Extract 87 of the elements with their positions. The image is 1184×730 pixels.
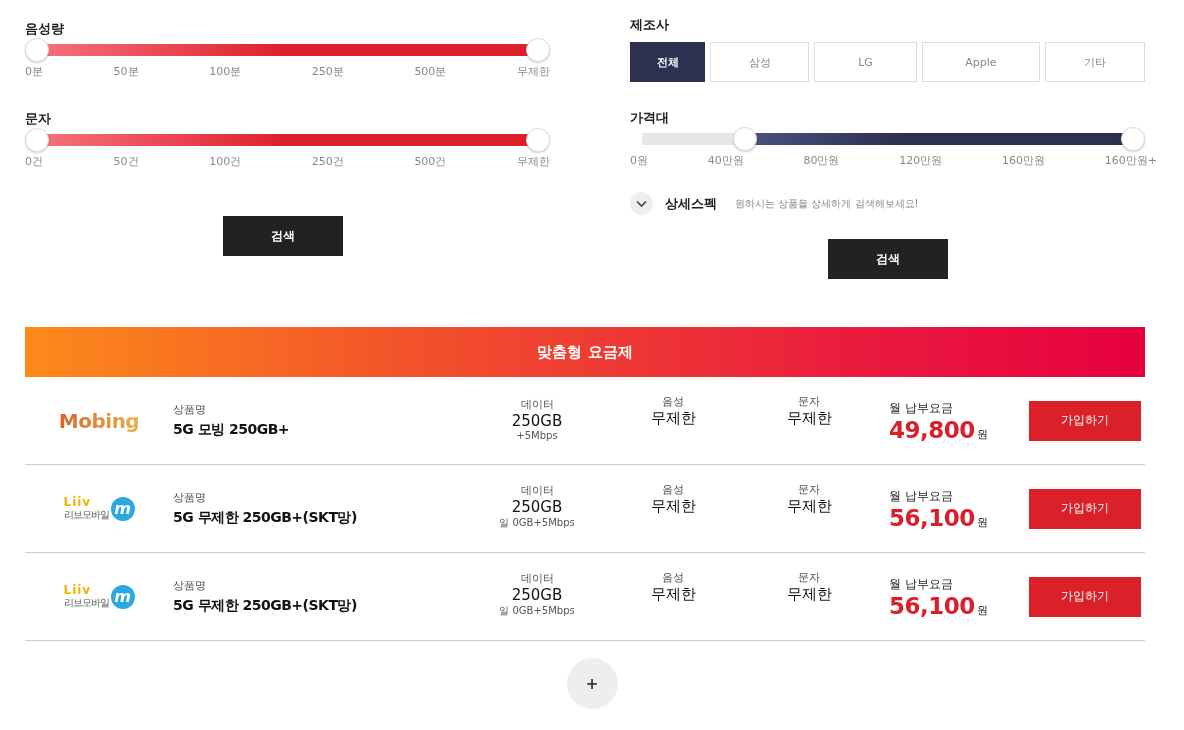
slider-thumb[interactable] bbox=[526, 128, 550, 152]
sms-value: 무제한 bbox=[786, 496, 832, 516]
data-value: 250GB bbox=[511, 586, 563, 604]
field-label: 음성 bbox=[662, 393, 684, 409]
manufacturer-tab[interactable]: 삼성 bbox=[710, 42, 809, 82]
field-label: 월 납부요금 bbox=[889, 400, 954, 417]
field-label: 데이터 bbox=[520, 396, 554, 412]
field-label: 음성 bbox=[662, 569, 684, 585]
tick-label: 160만원 bbox=[1002, 153, 1045, 168]
brand-logo: Liiv bbox=[63, 583, 92, 596]
tick-label: 무제한 bbox=[516, 64, 550, 79]
manufacturer-tab[interactable]: 기타 bbox=[1044, 42, 1146, 82]
slider-thumb[interactable] bbox=[733, 127, 758, 151]
field-label: 문자 bbox=[798, 393, 820, 409]
field-label: 월 납부요금 bbox=[889, 576, 954, 593]
join-button[interactable]: 가입하기 bbox=[1029, 576, 1141, 617]
tick-label: 50건 bbox=[113, 154, 139, 169]
slider-thumb[interactable] bbox=[25, 128, 49, 152]
tick-label: 120만원 bbox=[899, 153, 943, 168]
monthly-fee: 56,100 bbox=[889, 593, 975, 619]
tick-label: 50분 bbox=[113, 64, 139, 79]
tick-label: 0분 bbox=[25, 64, 43, 79]
slider-thumb[interactable] bbox=[25, 38, 49, 62]
manufacturer-tab[interactable]: LG bbox=[813, 42, 918, 82]
manufacturer-tab[interactable]: 전체 bbox=[630, 42, 706, 82]
range-slider[interactable] bbox=[25, 128, 550, 152]
filter-label: 문자 bbox=[25, 110, 52, 128]
data-note: 일 0GB+5Mbps bbox=[499, 604, 575, 618]
tick-label: 무제한 bbox=[516, 154, 550, 169]
currency-unit: 원 bbox=[976, 427, 988, 442]
monthly-fee: 49,800 bbox=[889, 417, 975, 443]
data-value: 250GB bbox=[511, 411, 563, 430]
brand-mark: m bbox=[110, 496, 135, 521]
field-label: 문자 bbox=[798, 569, 820, 585]
currency-unit: 원 bbox=[976, 515, 988, 530]
tick-label: 0원 bbox=[630, 153, 648, 168]
voice-value: 무제한 bbox=[650, 408, 696, 428]
section-banner: 맞춤형 요금제 bbox=[25, 327, 1145, 377]
tick-label: 100건 bbox=[209, 154, 242, 169]
data-note: +5Mbps bbox=[516, 429, 558, 441]
plan-name: 5G 모빙 250GB+ bbox=[173, 421, 291, 439]
brand-subtitle: 리브모바일 bbox=[63, 507, 109, 522]
field-label: 상품명 bbox=[173, 402, 207, 417]
tick-label: 100분 bbox=[209, 64, 242, 79]
field-label: 문자 bbox=[798, 481, 820, 497]
plan-name: 5G 무제한 250GB+(SKT망) bbox=[173, 597, 358, 615]
filter-label: 음성량 bbox=[25, 20, 65, 38]
filter-label: 제조사 bbox=[630, 16, 670, 34]
tick-label: 80만원 bbox=[803, 153, 840, 168]
field-label: 데이터 bbox=[520, 483, 554, 498]
search-button[interactable]: 검색 bbox=[222, 216, 343, 256]
tick-label: 500건 bbox=[414, 154, 447, 169]
voice-value: 무제한 bbox=[650, 584, 696, 604]
tick-label: 40만원 bbox=[707, 153, 744, 168]
field-label: 데이터 bbox=[520, 571, 554, 586]
chevron-icon[interactable] bbox=[630, 192, 653, 215]
voice-value: 무제한 bbox=[650, 496, 696, 516]
plan-name: 5G 무제한 250GB+(SKT망) bbox=[173, 509, 358, 527]
tick-label: 160만원+ bbox=[1104, 153, 1157, 168]
filter-label: 가격대 bbox=[630, 109, 670, 127]
more-button[interactable]: + bbox=[566, 658, 618, 709]
tick-label: 250분 bbox=[311, 64, 344, 79]
section-title: 상세스펙 bbox=[665, 194, 717, 213]
range-slider[interactable] bbox=[25, 38, 550, 62]
field-label: 음성 bbox=[662, 481, 684, 497]
brand-subtitle: 리브모바일 bbox=[63, 595, 109, 610]
sms-value: 무제한 bbox=[786, 408, 832, 428]
slider-thumb[interactable] bbox=[1121, 127, 1145, 151]
monthly-fee: 56,100 bbox=[889, 505, 975, 531]
brand-logo: Liiv bbox=[63, 495, 92, 508]
tick-label: 250건 bbox=[311, 154, 344, 169]
field-label: 상품명 bbox=[173, 578, 207, 593]
tick-label: 500분 bbox=[414, 64, 447, 79]
sms-value: 무제한 bbox=[786, 584, 832, 604]
field-label: 월 납부요금 bbox=[889, 488, 954, 505]
search-button[interactable]: 검색 bbox=[827, 239, 948, 279]
field-label: 상품명 bbox=[173, 490, 207, 505]
hint-text: 원하시는 상품을 상세하게 검색해보세요! bbox=[735, 196, 919, 211]
manufacturer-tab[interactable]: Apple bbox=[922, 42, 1040, 82]
tick-label: 0건 bbox=[25, 154, 43, 169]
brand-mark: m bbox=[110, 584, 135, 609]
data-note: 일 0GB+5Mbps bbox=[499, 516, 575, 530]
currency-unit: 원 bbox=[976, 603, 988, 618]
join-button[interactable]: 가입하기 bbox=[1029, 488, 1141, 529]
slider-thumb[interactable] bbox=[526, 38, 550, 62]
data-value: 250GB bbox=[511, 498, 563, 516]
join-button[interactable]: 가입하기 bbox=[1029, 400, 1141, 441]
